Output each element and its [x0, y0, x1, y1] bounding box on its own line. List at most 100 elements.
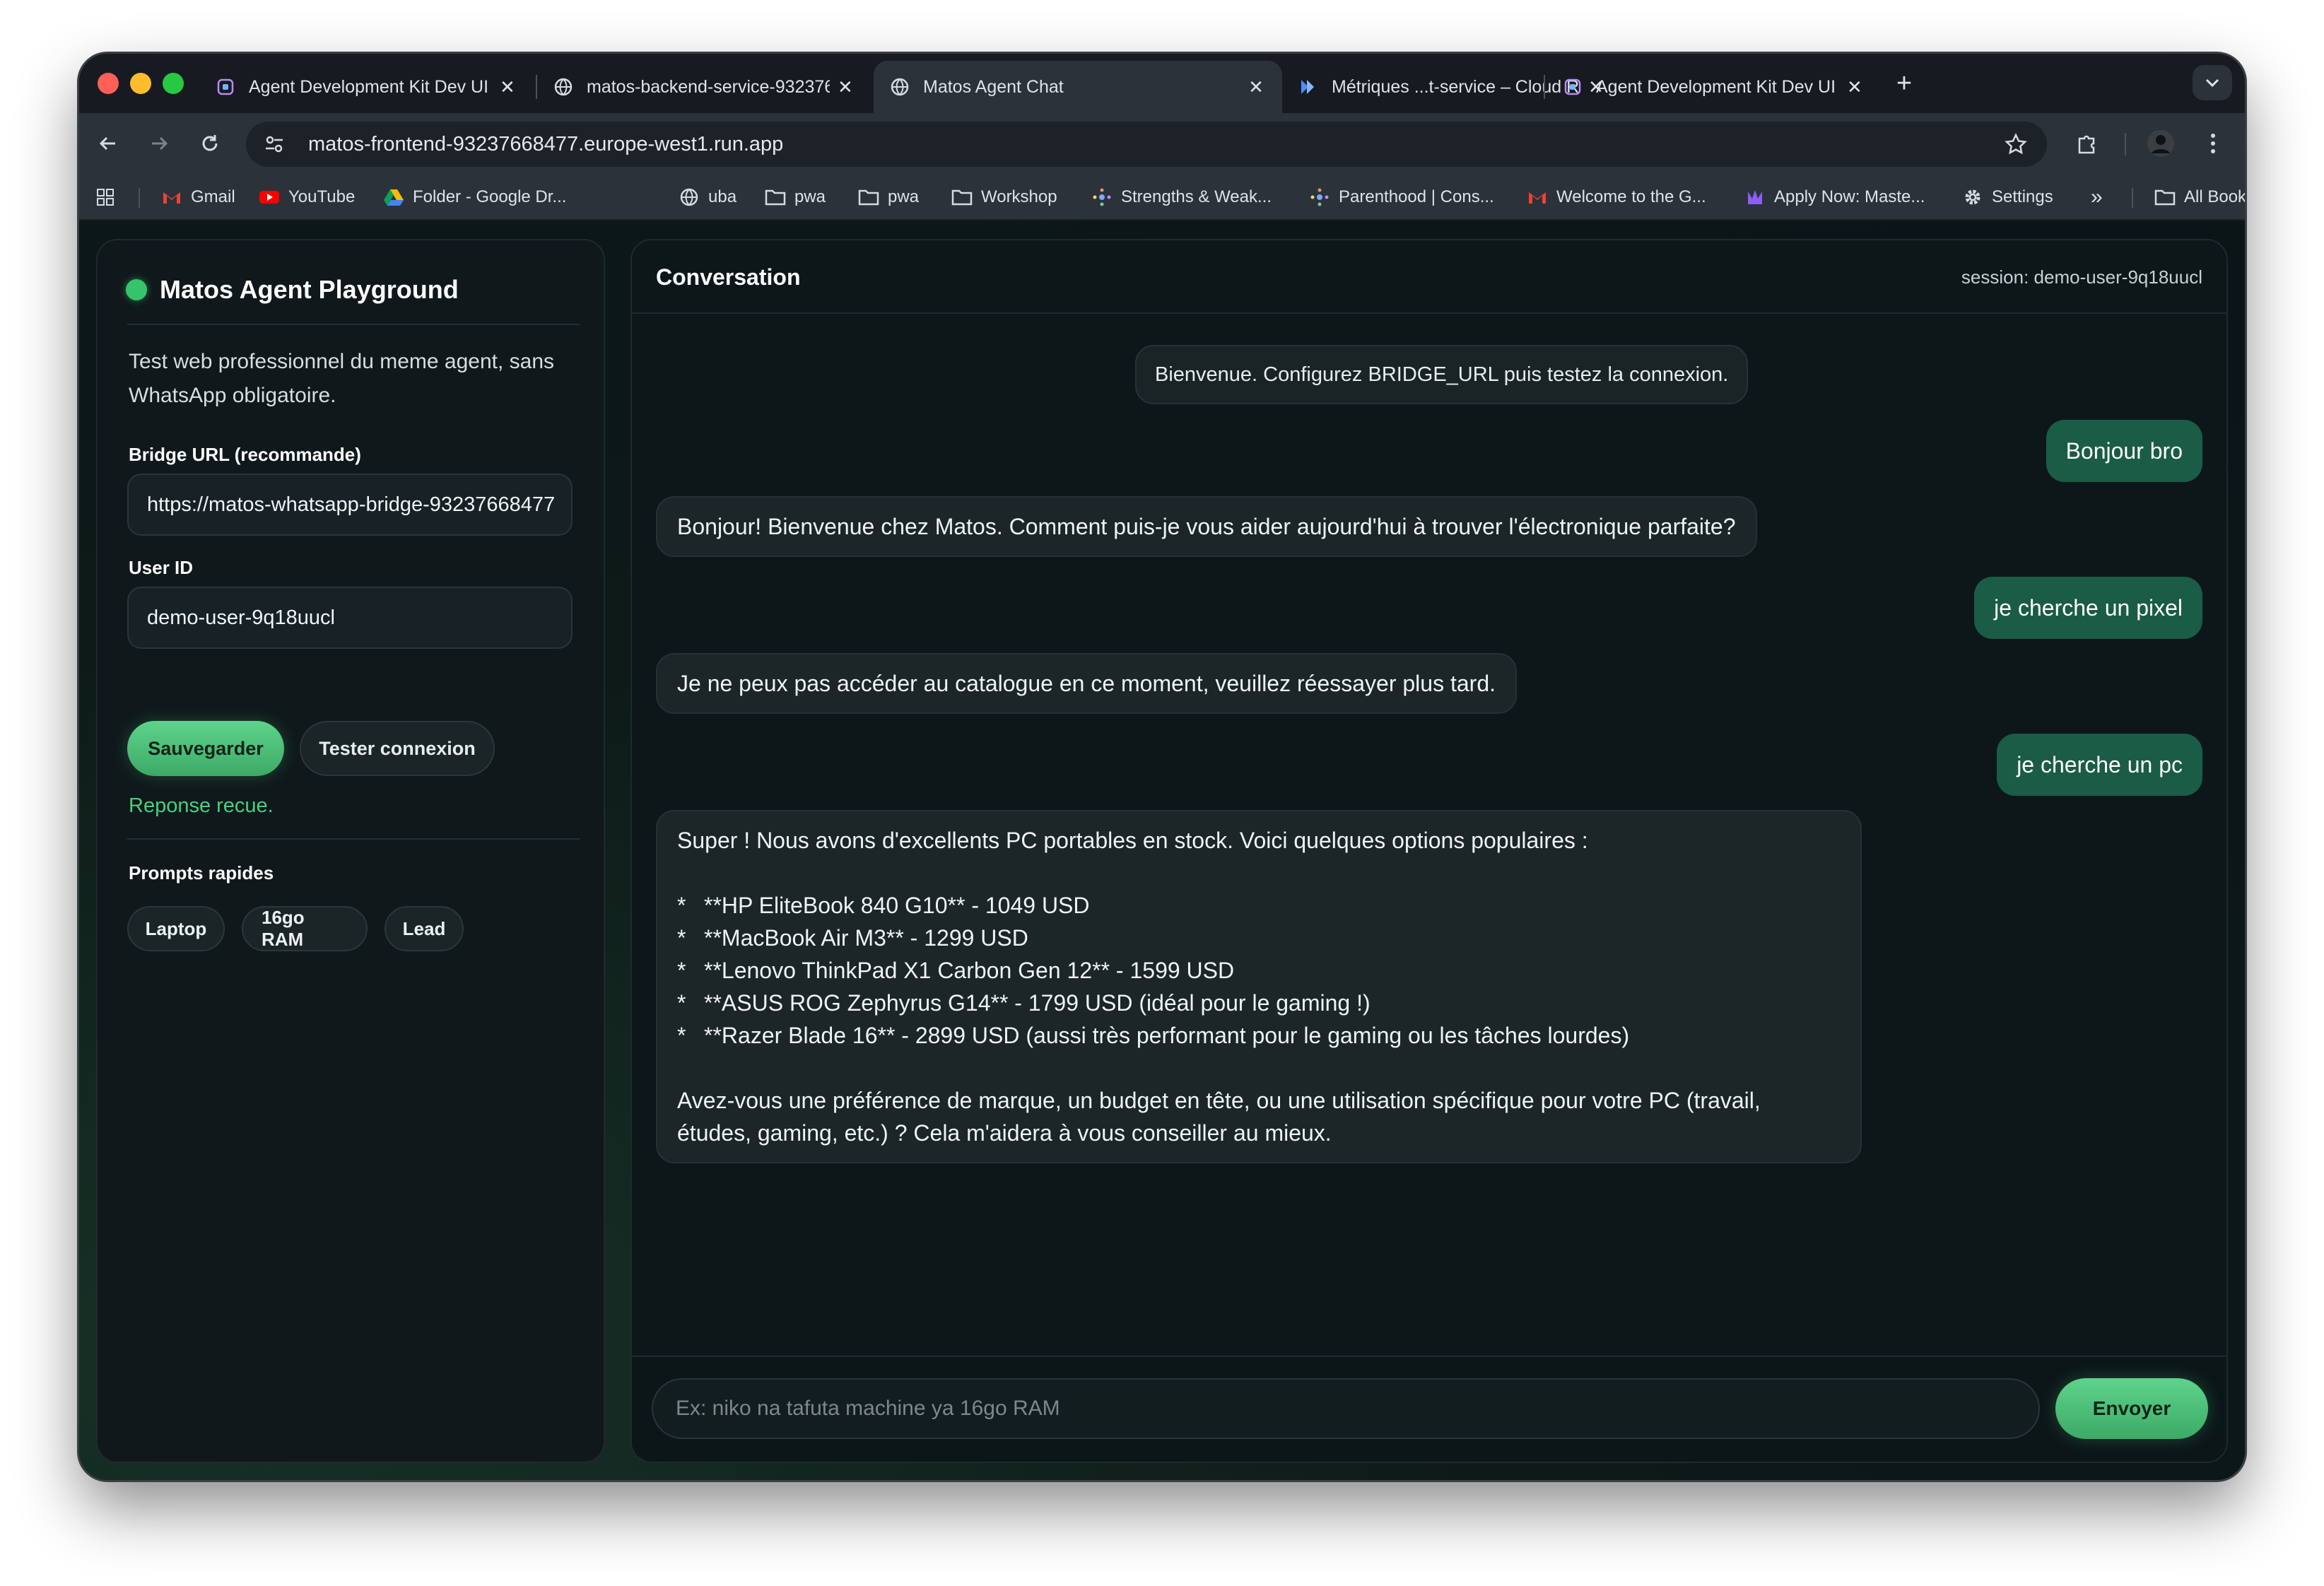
- connection-status: Reponse recue.: [129, 794, 274, 817]
- cloud-run-icon: [1298, 76, 1319, 98]
- tab-close-icon[interactable]: ✕: [837, 76, 854, 98]
- bookmark-youtube[interactable]: YouTube: [259, 174, 355, 221]
- reply-intro: Super ! Nous avons d'excellents PC porta…: [677, 828, 1588, 853]
- agent-long-reply: Super ! Nous avons d'excellents PC porta…: [656, 810, 1862, 1163]
- site-info-icon[interactable]: [262, 131, 287, 157]
- bookmark-parenthood[interactable]: Parenthood | Cons...: [1309, 174, 1494, 221]
- apps-button[interactable]: [95, 174, 124, 221]
- bookmark-settings[interactable]: Settings: [1962, 174, 2053, 221]
- tab-adk-dev-ui-2[interactable]: Agent Development Kit Dev UI ✕: [1547, 61, 1879, 113]
- bookmark-folder-workshop[interactable]: Workshop: [951, 174, 1057, 221]
- tab-close-icon[interactable]: ✕: [1245, 76, 1267, 98]
- tab-matos-agent-chat[interactable]: Matos Agent Chat ✕: [874, 61, 1282, 113]
- user-id-label: User ID: [129, 557, 194, 578]
- bookmark-google-drive-folder[interactable]: Folder - Google Dr...: [383, 174, 566, 221]
- forward-button[interactable]: [143, 127, 175, 160]
- status-dot-icon: [126, 279, 147, 300]
- reply-list-item: * **HP EliteBook 840 G10** - 1049 USD: [677, 889, 1841, 922]
- user-id-input[interactable]: demo-user-9q18uucl: [127, 587, 573, 649]
- user-message: Bonjour bro: [2046, 420, 2202, 482]
- agent-message: Je ne peux pas accéder au catalogue en c…: [656, 653, 1517, 714]
- bookmark-folder-pwa-2[interactable]: pwa: [858, 174, 919, 221]
- tab-close-icon[interactable]: ✕: [1846, 76, 1863, 98]
- close-window-button[interactable]: [98, 73, 119, 94]
- bookmark-star-icon[interactable]: [2003, 131, 2029, 157]
- gear-icon: [1962, 187, 1983, 208]
- bookmarks-overflow-button[interactable]: »: [2091, 174, 2103, 221]
- folder-icon: [951, 187, 973, 208]
- maximize-window-button[interactable]: [163, 73, 184, 94]
- bookmark-label: Parenthood | Cons...: [1339, 187, 1494, 206]
- tab-matos-backend[interactable]: matos-backend-service-93237668477 ✕: [537, 61, 869, 113]
- tab-strip: Agent Development Kit Dev UI ✕ matos-bac…: [79, 54, 2245, 113]
- item-text: **Lenovo ThinkPad X1 Carbon Gen 12** - 1…: [704, 958, 1235, 983]
- test-connection-button[interactable]: Tester connexion: [300, 721, 495, 776]
- bookmark-strengths[interactable]: Strengths & Weak...: [1091, 174, 1272, 221]
- item-text: **Razer Blade 16** - 2899 USD (aussi trè…: [704, 1023, 1630, 1048]
- tab-search-button[interactable]: [2193, 65, 2232, 100]
- all-bookmarks-button[interactable]: All Bookmarks: [2154, 174, 2245, 221]
- bookmark-label: pwa: [888, 187, 920, 206]
- send-button[interactable]: Envoyer: [2055, 1378, 2208, 1439]
- chevron-down-icon: [2205, 78, 2219, 88]
- new-tab-button[interactable]: +: [1890, 69, 1918, 98]
- arrow-left-icon: [99, 136, 115, 151]
- bullet-marker: *: [677, 958, 686, 983]
- bookmarks-separator: [2132, 188, 2133, 208]
- sidebar-description: Test web professionnel du meme agent, sa…: [129, 350, 555, 407]
- tab-title: Agent Development Kit Dev UI: [249, 76, 489, 97]
- arrow-right-icon: [152, 136, 168, 151]
- reply-outro: études, gaming, etc.) ? Cela m'aidera à …: [677, 1120, 1332, 1146]
- divider: [127, 838, 580, 840]
- bookmark-welcome[interactable]: Welcome to the G...: [1527, 174, 1706, 221]
- dots-icon: [1309, 187, 1330, 208]
- gmail-icon: [1527, 187, 1548, 208]
- bookmark-label: All Bookmarks: [2184, 187, 2245, 206]
- prompt-chip-laptop[interactable]: Laptop: [127, 906, 225, 951]
- conversation-title: Conversation: [656, 264, 801, 290]
- browser-window: Agent Development Kit Dev UI ✕ matos-bac…: [79, 54, 2245, 1480]
- back-button[interactable]: [92, 127, 124, 160]
- url-text[interactable]: matos-frontend-93237668477.europe-west1.…: [308, 122, 783, 167]
- adk-icon: [215, 76, 236, 98]
- bookmark-gmail[interactable]: Gmail: [161, 174, 235, 221]
- prompt-chip-lead[interactable]: Lead: [385, 906, 464, 951]
- extensions-button[interactable]: [2071, 127, 2103, 160]
- puzzle-icon: [2078, 135, 2095, 154]
- bookmark-uba[interactable]: uba: [679, 174, 736, 221]
- tab-separator: [1544, 75, 1545, 99]
- globe-icon: [679, 187, 700, 208]
- folder-icon: [2154, 187, 2176, 208]
- browser-toolbar: matos-frontend-93237668477.europe-west1.…: [79, 113, 2245, 174]
- playground-sidebar: Matos Agent Playground Test web professi…: [96, 239, 605, 1463]
- bridge-url-label: Bridge URL (recommande): [129, 444, 361, 465]
- dots-icon: [1091, 187, 1113, 208]
- bridge-url-input[interactable]: https://matos-whatsapp-bridge-9323766847…: [127, 474, 573, 536]
- toolbar-separator: [2125, 133, 2126, 155]
- bookmark-label: Welcome to the G...: [1556, 187, 1706, 206]
- message-input[interactable]: Ex: niko na tafuta machine ya 16go RAM: [652, 1378, 2040, 1439]
- bookmark-label: Folder - Google Dr...: [413, 187, 567, 206]
- folder-icon: [858, 187, 879, 208]
- save-button[interactable]: Sauvegarder: [127, 721, 284, 776]
- bookmark-folder-pwa[interactable]: pwa: [765, 174, 826, 221]
- agent-message: Bonjour! Bienvenue chez Matos. Comment p…: [656, 496, 1757, 557]
- browser-menu-button[interactable]: [2197, 127, 2229, 160]
- address-bar[interactable]: matos-frontend-93237668477.europe-west1.…: [246, 122, 2047, 167]
- tab-close-icon[interactable]: ✕: [499, 76, 516, 98]
- folder-icon: [765, 187, 786, 208]
- reload-button[interactable]: [194, 127, 226, 160]
- session-id: session: demo-user-9q18uucl: [1961, 266, 2202, 288]
- bookmark-apply-now[interactable]: Apply Now: Maste...: [1744, 174, 1925, 221]
- profile-avatar[interactable]: [2144, 127, 2177, 160]
- prompt-chip-16go-ram[interactable]: 16go RAM: [242, 906, 368, 951]
- adk-icon: [1562, 76, 1583, 98]
- minimize-window-button[interactable]: [130, 73, 151, 94]
- bookmark-label: Settings: [1992, 187, 2053, 206]
- user-message: je cherche un pixel: [1974, 577, 2202, 639]
- tab-adk-dev-ui[interactable]: Agent Development Kit Dev UI ✕: [199, 61, 532, 113]
- kebab-menu-icon: [2211, 134, 2215, 153]
- reply-list-item: * **ASUS ROG Zephyrus G14** - 1799 USD (i…: [677, 987, 1841, 1019]
